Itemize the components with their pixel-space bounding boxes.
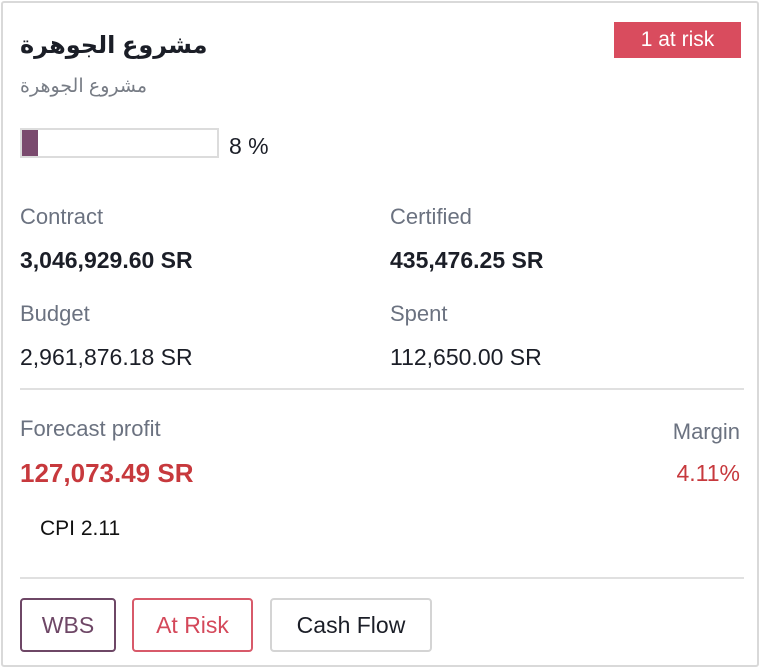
progress-bar <box>20 128 219 158</box>
margin-value: 4.11% <box>676 460 740 486</box>
forecast-profit-label: Forecast profit <box>20 416 161 441</box>
contract-label: Contract <box>20 204 104 229</box>
certified-value: 435,476.25 SR <box>390 247 544 273</box>
budget-value: 2,961,876.18 SR <box>20 344 193 370</box>
certified-label: Certified <box>390 204 472 229</box>
at-risk-button[interactable]: At Risk <box>132 598 253 652</box>
project-title: مشروع الجوهرة <box>20 32 208 59</box>
project-subtitle: مشروع الجوهرة <box>20 76 148 97</box>
progress-fill <box>22 130 38 156</box>
spent-value: 112,650.00 SR <box>390 344 542 370</box>
cash-flow-button[interactable]: Cash Flow <box>270 598 432 652</box>
risk-badge: 1 at risk <box>614 22 741 58</box>
divider <box>20 388 744 390</box>
progress-percent: 8 % <box>229 133 269 159</box>
divider <box>20 577 744 579</box>
forecast-profit-value: 127,073.49 SR <box>20 458 194 488</box>
project-card: مشروع الجوهرة مشروع الجوهرة 1 at risk 8 … <box>1 1 759 667</box>
wbs-button[interactable]: WBS <box>20 598 116 652</box>
cpi-indicator: CPI 2.11 <box>40 517 121 540</box>
margin-label: Margin <box>672 419 740 444</box>
contract-value: 3,046,929.60 SR <box>20 247 193 273</box>
spent-label: Spent <box>390 301 448 326</box>
budget-label: Budget <box>20 301 90 326</box>
